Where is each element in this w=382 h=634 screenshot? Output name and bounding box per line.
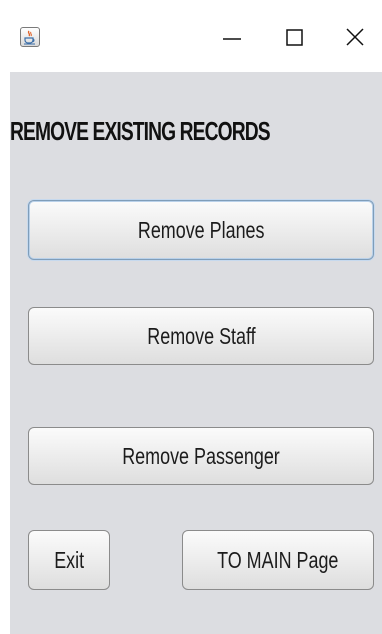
remove-staff-button[interactable]: Remove Staff — [28, 307, 374, 365]
close-button[interactable] — [328, 17, 382, 57]
java-cup-icon[interactable] — [20, 27, 40, 47]
maximize-icon — [286, 29, 303, 46]
to-main-page-label: TO MAIN Page — [217, 546, 339, 573]
exit-label: Exit — [54, 546, 84, 573]
minimize-icon — [223, 38, 241, 40]
remove-planes-label: Remove Planes — [137, 216, 265, 243]
content-panel: REMOVE EXISTING RECORDS Remove Planes Re… — [10, 72, 382, 634]
minimize-button[interactable] — [205, 17, 259, 57]
app-window: REMOVE EXISTING RECORDS Remove Planes Re… — [0, 0, 382, 634]
to-main-page-button[interactable]: TO MAIN Page — [182, 530, 374, 590]
remove-planes-button[interactable]: Remove Planes — [28, 200, 374, 260]
exit-button[interactable]: Exit — [28, 530, 110, 590]
remove-staff-label: Remove Staff — [146, 322, 256, 349]
page-title: REMOVE EXISTING RECORDS — [10, 116, 271, 146]
close-icon — [346, 28, 364, 46]
remove-passenger-button[interactable]: Remove Passenger — [28, 427, 374, 485]
title-bar[interactable] — [0, 0, 382, 72]
remove-passenger-label: Remove Passenger — [122, 442, 280, 469]
maximize-button[interactable] — [268, 17, 322, 57]
